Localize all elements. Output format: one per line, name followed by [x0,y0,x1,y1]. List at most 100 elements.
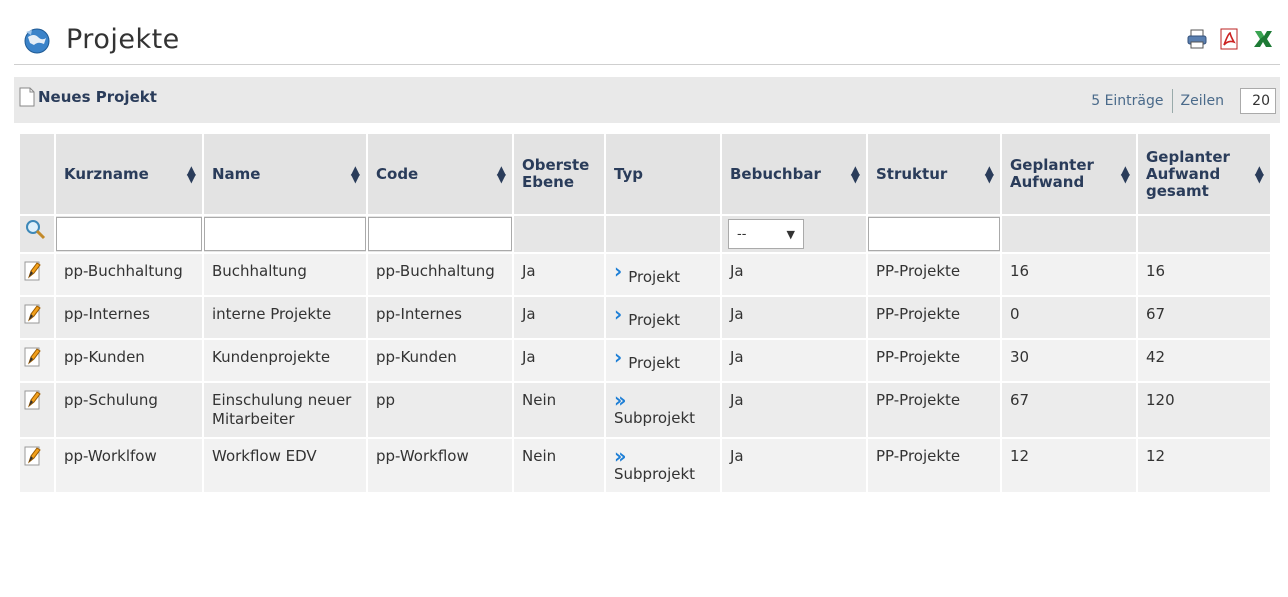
table-row[interactable]: pp-Schulung Einschulung neuer Mitarbeiter… [20,383,1270,437]
edit-cell [20,297,54,338]
filter-gesamt [1138,216,1270,252]
cell-struktur: PP-Projekte [868,340,1000,381]
cell-code: pp-Kunden [368,340,512,381]
cell-oberste: Ja [514,254,604,295]
col-typ: Typ [606,134,720,214]
header-row: Kurzname ▲ ▼ Name ▲ ▼ Code ▲ ▼ Oberste Ebene T… [20,134,1270,214]
pdf-icon[interactable] [1218,28,1240,50]
cell-gesamt: 42 [1138,340,1270,381]
double-chevron-icon: ›› [614,388,626,412]
cell-kurzname: pp-Kunden [56,340,202,381]
cell-name: Einschulung neuer Mitarbeiter [204,383,366,437]
double-chevron-icon: ›› [614,444,626,468]
cell-kurzname: pp-Internes [56,297,202,338]
sort-icon[interactable]: ▲ ▼ [851,164,860,184]
cell-bebuchbar: Ja [722,383,866,437]
cell-code: pp [368,383,512,437]
col-bebuchbar[interactable]: Bebuchbar ▲ ▼ [722,134,866,214]
filter-kurzname-input[interactable] [56,217,202,251]
bebuchbar-select[interactable]: -- ▼ [728,219,804,249]
new-project-label: Neues Projekt [38,88,157,106]
pencil-icon[interactable] [24,389,42,411]
cell-gesamt: 120 [1138,383,1270,437]
col-oberste-ebene: Oberste Ebene [514,134,604,214]
rows-per-page-input[interactable] [1240,88,1276,114]
filter-code-input[interactable] [368,217,512,251]
rows-label: Zeilen [1180,93,1224,109]
filter-struktur [868,216,1000,252]
sort-icon[interactable]: ▲ ▼ [351,164,360,184]
cell-kurzname: pp-Buchhaltung [56,254,202,295]
filter-struktur-input[interactable] [868,217,1000,251]
page-title: Projekte [66,24,180,55]
cell-typ: ›› Subprojekt [606,439,720,492]
table-row[interactable]: pp-Internes interne Projekte pp-Internes Ja… [20,297,1270,338]
cell-struktur: PP-Projekte [868,383,1000,437]
filter-code [368,216,512,252]
sort-icon[interactable]: ▲ ▼ [1255,164,1264,184]
filter-name-input[interactable] [204,217,366,251]
cell-gesamt: 12 [1138,439,1270,492]
col-code[interactable]: Code ▲ ▼ [368,134,512,214]
typ-cell: › Projekt [614,302,681,329]
pencil-icon[interactable] [24,303,42,325]
cell-aufwand: 30 [1002,340,1136,381]
edit-cell [20,254,54,295]
cell-code: pp-Buchhaltung [368,254,512,295]
cell-aufwand: 12 [1002,439,1136,492]
sort-icon[interactable]: ▲ ▼ [497,164,506,184]
cell-name: Buchhaltung [204,254,366,295]
cell-typ: › Projekt [606,254,720,295]
edit-cell [20,340,54,381]
header-edit [20,134,54,214]
filter-name [204,216,366,252]
cell-oberste: Nein [514,439,604,492]
sort-icon[interactable]: ▲ ▼ [187,164,196,184]
table-row[interactable]: pp-Worklfow Workflow EDV pp-Workflow Nein ››… [20,439,1270,492]
cell-kurzname: pp-Schulung [56,383,202,437]
single-chevron-icon: › [614,302,623,326]
cell-name: Kundenprojekte [204,340,366,381]
typ-cell: ›› Subprojekt [614,388,714,428]
magnifier-icon[interactable] [24,218,46,240]
sort-icon[interactable]: ▲ ▼ [985,164,994,184]
printer-icon[interactable] [1186,28,1208,50]
col-kurzname[interactable]: Kurzname ▲ ▼ [56,134,202,214]
table-row[interactable]: pp-Kunden Kundenprojekte pp-Kunden Ja › Proje… [20,340,1270,381]
col-name[interactable]: Name ▲ ▼ [204,134,366,214]
single-chevron-icon: › [614,345,623,369]
filter-bebuchbar: -- ▼ [722,216,866,252]
pager: 5 Einträge Zeilen [1091,88,1276,114]
cell-name: Workflow EDV [204,439,366,492]
new-project-button[interactable]: Neues Projekt [18,87,157,107]
pencil-icon[interactable] [24,260,42,282]
new-document-icon [19,87,35,107]
cell-code: pp-Workflow [368,439,512,492]
cell-bebuchbar: Ja [722,439,866,492]
cell-oberste: Nein [514,383,604,437]
sort-icon[interactable]: ▲ ▼ [1121,164,1130,184]
edit-cell [20,383,54,437]
filter-typ [606,216,720,252]
single-chevron-icon: › [614,259,623,283]
typ-cell: › Projekt [614,345,681,372]
cell-oberste: Ja [514,340,604,381]
dropdown-arrow-icon: ▼ [786,228,795,241]
cell-gesamt: 67 [1138,297,1270,338]
entries-count: 5 Einträge [1091,93,1164,109]
typ-cell: › Projekt [614,259,681,286]
col-struktur[interactable]: Struktur ▲ ▼ [868,134,1000,214]
table-row[interactable]: pp-Buchhaltung Buchhaltung pp-Buchhaltung J… [20,254,1270,295]
excel-icon[interactable] [1252,28,1274,50]
cell-oberste: Ja [514,297,604,338]
col-geplanter-aufwand[interactable]: Geplanter Aufwand ▲ ▼ [1002,134,1136,214]
pencil-icon[interactable] [24,346,42,368]
filter-kurzname [56,216,202,252]
cell-aufwand: 67 [1002,383,1136,437]
cell-struktur: PP-Projekte [868,297,1000,338]
cell-kurzname: pp-Worklfow [56,439,202,492]
pencil-icon[interactable] [24,445,42,467]
cell-typ: ›› Subprojekt [606,383,720,437]
cell-typ: › Projekt [606,340,720,381]
col-geplanter-aufwand-gesamt[interactable]: Geplanter Aufwand gesamt ▲ ▼ [1138,134,1270,214]
